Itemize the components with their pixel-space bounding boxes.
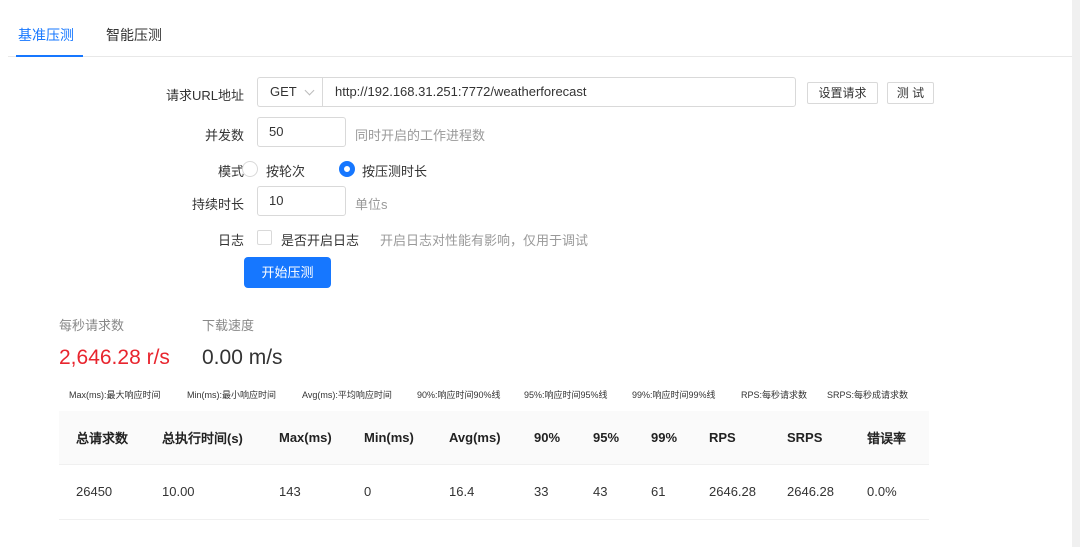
col-total-time: 总执行时间(s): [145, 411, 262, 465]
tab-smart[interactable]: 智能压测: [106, 25, 162, 45]
cell-max: 143: [262, 464, 347, 520]
col-max: Max(ms): [262, 411, 347, 465]
cell-rps: 2646.28: [692, 464, 770, 520]
col-total-requests: 总请求数: [59, 411, 145, 465]
tab-benchmark[interactable]: 基准压测: [18, 25, 74, 45]
concurrency-input[interactable]: 50: [257, 117, 346, 147]
chevron-down-icon: [304, 85, 315, 96]
cell-p95: 43: [576, 464, 634, 520]
table-row: 26450 10.00 143 0 16.4 33 43 61 2646.28 …: [59, 464, 929, 520]
cell-p90: 33: [517, 464, 576, 520]
log-checkbox-label[interactable]: 是否开启日志: [281, 230, 359, 249]
scrollbar-track[interactable]: [1072, 0, 1080, 547]
legend-item: Max(ms):最大响应时间: [69, 390, 161, 400]
url-label: 请求URL地址: [165, 88, 244, 103]
duration-label: 持续时长: [191, 197, 244, 212]
col-rps: RPS: [692, 411, 770, 465]
start-button[interactable]: 开始压测: [244, 257, 331, 288]
method-select[interactable]: GET: [257, 77, 323, 107]
log-checkbox[interactable]: [257, 230, 272, 245]
download-value: 0.00 m/s: [202, 346, 283, 369]
cell-error-rate: 0.0%: [850, 464, 929, 520]
log-label: 日志: [217, 233, 244, 248]
col-error-rate: 错误率: [850, 411, 929, 465]
tab-active-indicator: [16, 55, 83, 57]
download-title: 下载速度: [202, 318, 255, 333]
results-table: 总请求数 总执行时间(s) Max(ms) Min(ms) Avg(ms) 90…: [59, 411, 929, 520]
col-p99: 99%: [634, 411, 692, 465]
set-request-button[interactable]: 设置请求: [807, 82, 878, 104]
col-min: Min(ms): [347, 411, 432, 465]
cell-avg: 16.4: [432, 464, 517, 520]
radio-by-duration[interactable]: [339, 161, 355, 177]
concurrency-label: 并发数: [204, 128, 244, 143]
duration-input[interactable]: 10: [257, 186, 346, 216]
method-value: GET: [270, 84, 297, 99]
legend-item: 90%:响应时间90%线: [417, 390, 501, 400]
table-header-row: 总请求数 总执行时间(s) Max(ms) Min(ms) Avg(ms) 90…: [59, 411, 929, 465]
duration-help: 单位s: [355, 197, 388, 212]
col-avg: Avg(ms): [432, 411, 517, 465]
cell-total-time: 10.00: [145, 464, 262, 520]
legend-item: 99%:响应时间99%线: [632, 390, 716, 400]
cell-p99: 61: [634, 464, 692, 520]
col-srps: SRPS: [770, 411, 850, 465]
concurrency-help: 同时开启的工作进程数: [355, 128, 486, 143]
test-button[interactable]: 测 试: [887, 82, 934, 104]
radio-by-rounds-label[interactable]: 按轮次: [266, 161, 305, 180]
legend-item: RPS:每秒请求数: [741, 390, 808, 400]
rps-title: 每秒请求数: [59, 318, 125, 333]
legend-item: Avg(ms):平均响应时间: [302, 390, 392, 400]
radio-by-rounds[interactable]: [242, 161, 258, 177]
rps-value: 2,646.28 r/s: [59, 346, 170, 369]
tab-bar: 基准压测 智能压测: [8, 0, 1072, 57]
col-p95: 95%: [576, 411, 634, 465]
log-help: 开启日志对性能有影响，仅用于调试: [380, 233, 589, 248]
mode-label: 模式: [217, 164, 244, 179]
cell-srps: 2646.28: [770, 464, 850, 520]
legend-item: SRPS:每秒成请求数: [827, 390, 909, 400]
legend-item: 95%:响应时间95%线: [524, 390, 608, 400]
col-p90: 90%: [517, 411, 576, 465]
cell-total-requests: 26450: [59, 464, 145, 520]
legend-item: Min(ms):最小响应时间: [187, 390, 276, 400]
radio-by-duration-label[interactable]: 按压测时长: [362, 161, 427, 180]
url-input[interactable]: http://192.168.31.251:7772/weatherforeca…: [322, 77, 796, 107]
cell-min: 0: [347, 464, 432, 520]
